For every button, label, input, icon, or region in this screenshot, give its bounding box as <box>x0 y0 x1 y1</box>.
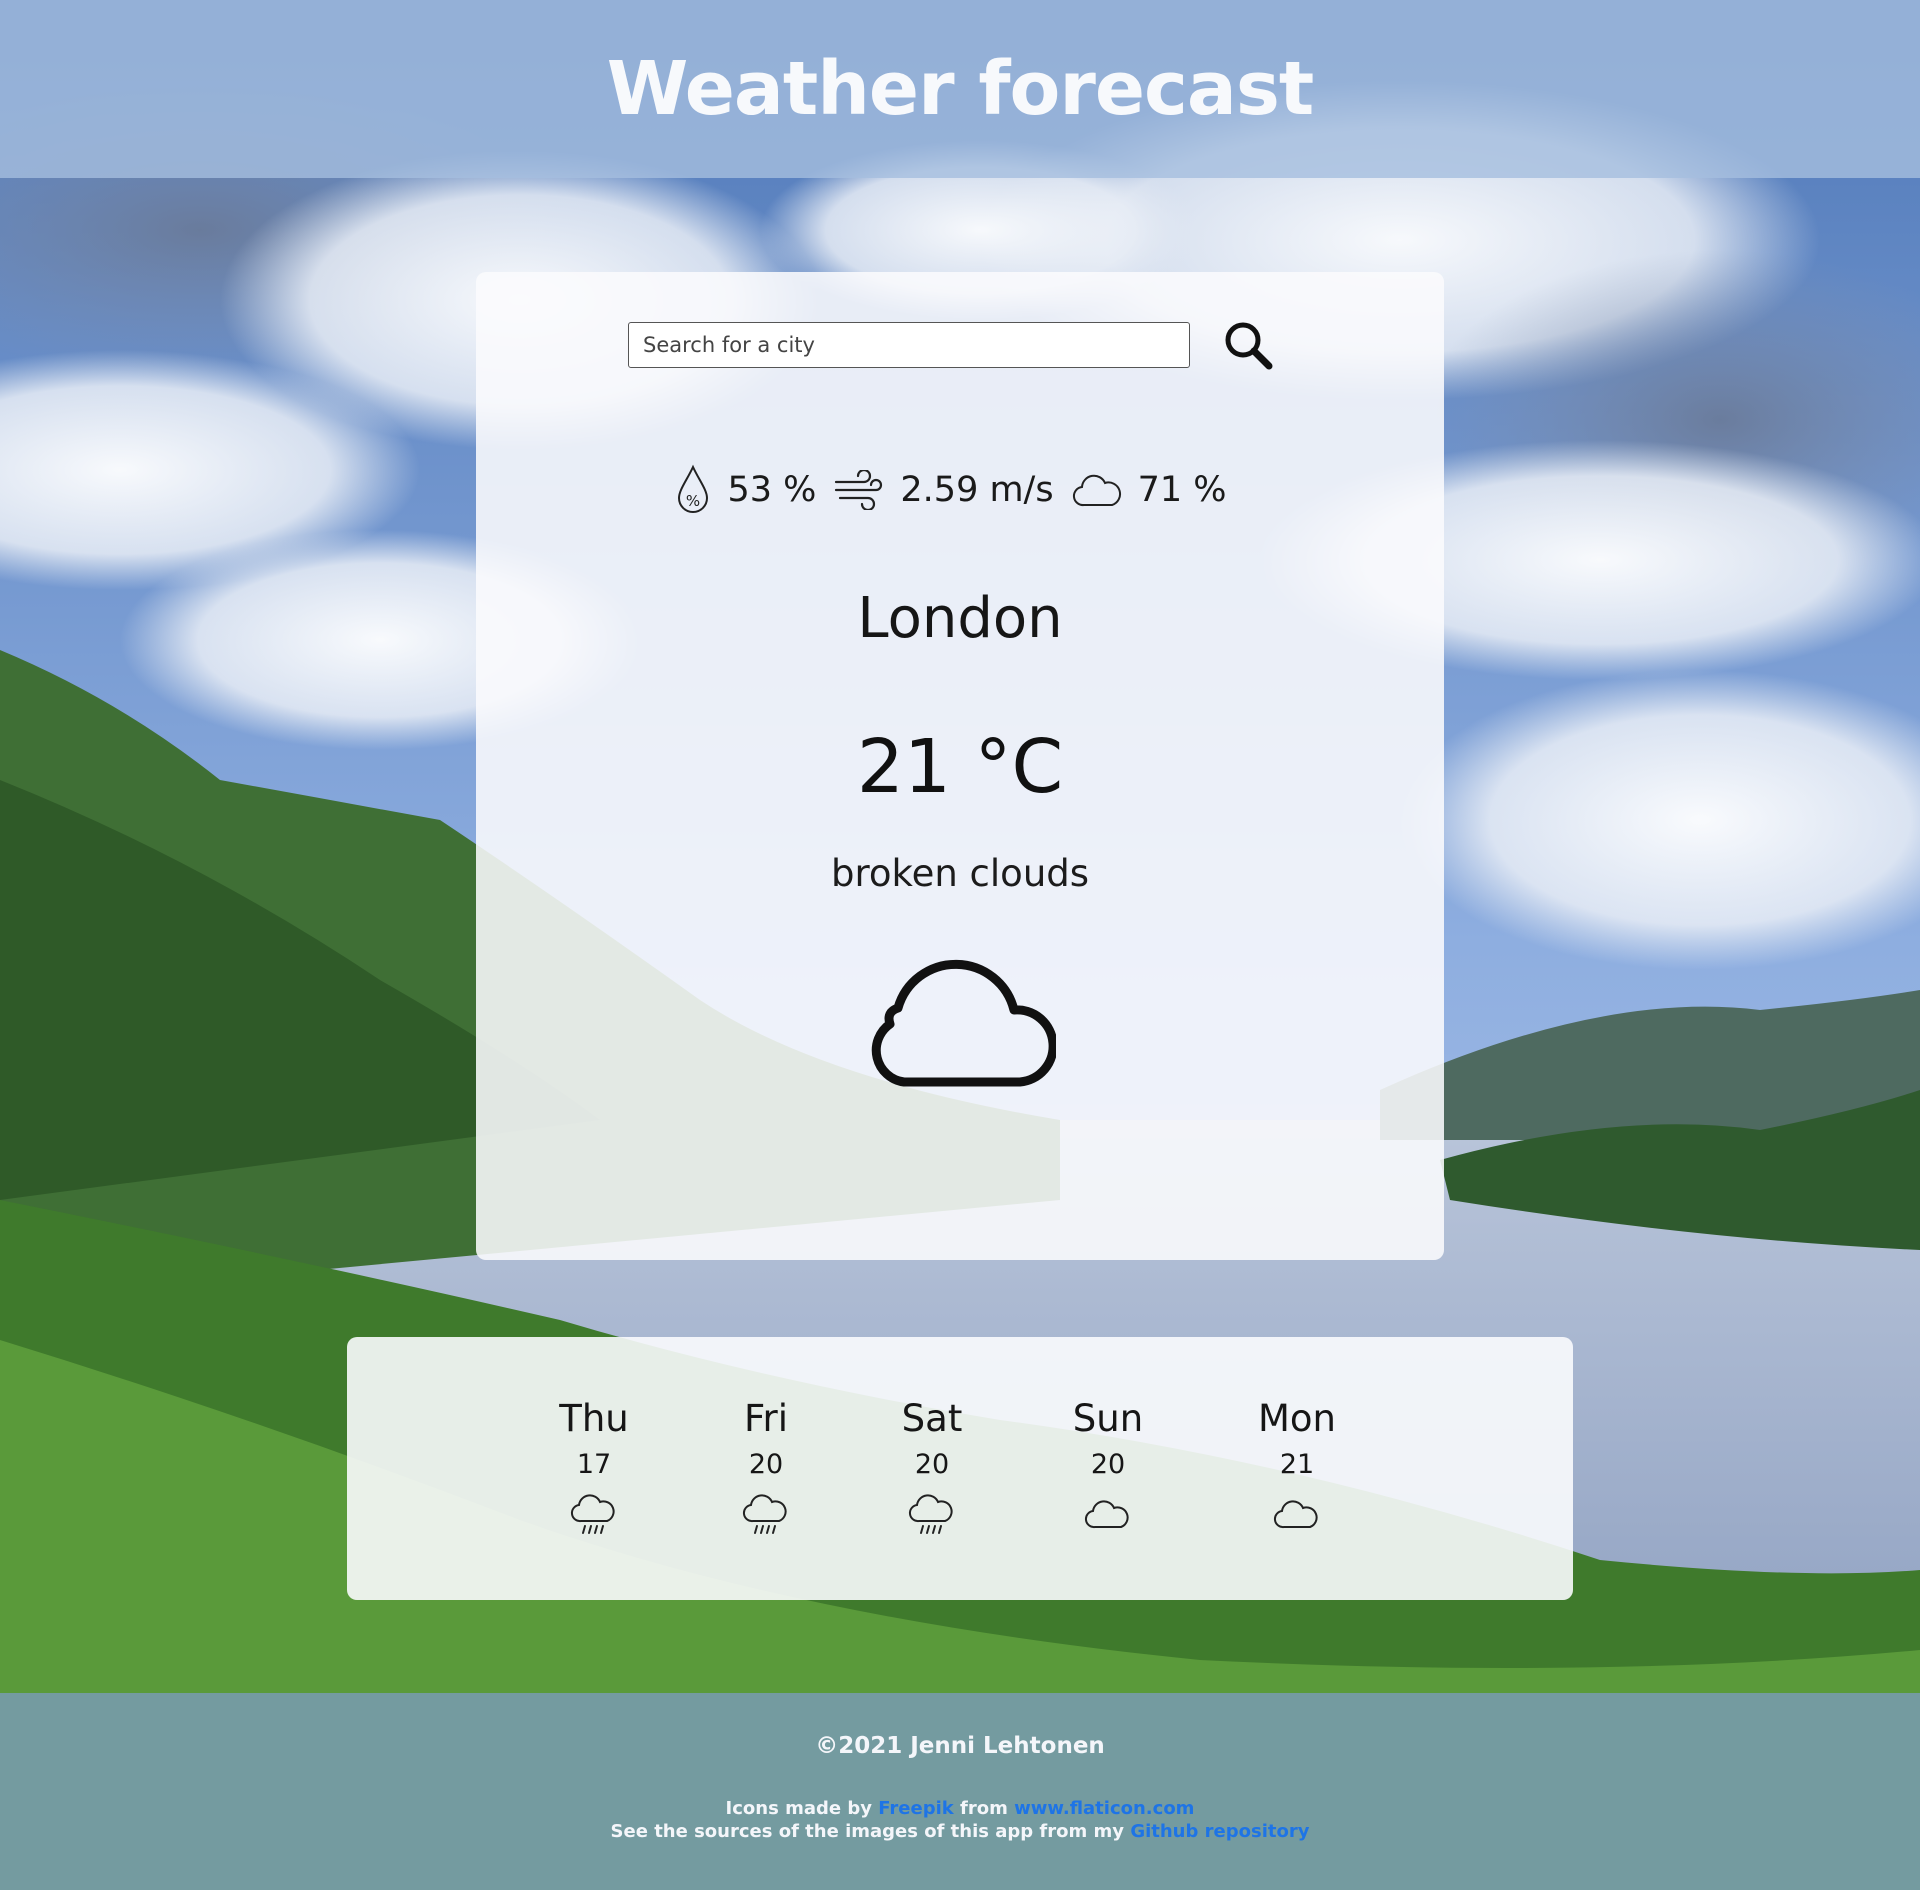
clouds-value: 71 % <box>1137 470 1227 510</box>
icons-credit-from: from <box>960 1798 1008 1819</box>
forecast-day-name: Thu <box>559 1397 629 1440</box>
forecast-day-temp: 20 <box>914 1449 950 1480</box>
forecast-day-name: Fri <box>743 1397 789 1440</box>
forecast-day: Sun 20 <box>1038 1397 1178 1537</box>
forecast-day-temp: 20 <box>1090 1449 1126 1480</box>
cloud-icon <box>1084 1500 1129 1529</box>
forecast-day: Mon 21 <box>1227 1397 1367 1537</box>
rain-icon <box>742 1494 787 1534</box>
rain-icon <box>908 1494 953 1534</box>
forecast-day-temp: 17 <box>576 1449 612 1480</box>
forecast-day-temp: 20 <box>748 1449 784 1480</box>
flaticon-link[interactable]: www.flaticon.com <box>1014 1798 1194 1819</box>
forecast-day-name: Sat <box>901 1397 963 1440</box>
cloud-icon <box>1273 1500 1318 1529</box>
humidity-icon: % <box>678 464 709 513</box>
humidity-value: 53 % <box>727 470 817 510</box>
cloud-icon <box>871 959 1056 1087</box>
page-title: Weather forecast <box>606 46 1315 132</box>
icons-credit-line: Icons made by Freepik from www.flaticon.… <box>0 1797 1920 1820</box>
copyright-text: ©2021 Jenni Lehtonen <box>815 1733 1105 1759</box>
github-link[interactable]: Github repository <box>1130 1821 1309 1842</box>
forecast-day: Fri 20 <box>696 1397 836 1537</box>
page-header: Weather forecast <box>0 0 1920 178</box>
cloud-icon <box>1072 474 1121 507</box>
search-icon <box>1225 322 1273 370</box>
current-temperature: 21 °C <box>856 724 1064 810</box>
weather-stats: % 53 % 2.59 m/s 71 % <box>476 460 1444 520</box>
current-weather-card: % 53 % 2.59 m/s 71 % London 21 °C broken… <box>476 272 1444 1260</box>
weather-description: broken clouds <box>830 852 1090 895</box>
clouds-stat: 71 % <box>1072 470 1245 510</box>
freepik-link[interactable]: Freepik <box>878 1798 953 1819</box>
wind-value: 2.59 m/s <box>900 470 1054 510</box>
forecast-day: Sat 20 <box>862 1397 1002 1537</box>
wind-stat: 2.59 m/s <box>834 470 1071 510</box>
forecast-day-name: Mon <box>1257 1397 1336 1440</box>
forecast-day-name: Sun <box>1072 1397 1144 1440</box>
icons-credit-prefix: Icons made by <box>725 1798 872 1819</box>
search-input[interactable] <box>628 322 1190 368</box>
search-bar <box>628 314 1298 376</box>
sources-credit-line: See the sources of the images of this ap… <box>0 1820 1920 1843</box>
search-button[interactable] <box>1220 317 1276 373</box>
credits: Icons made by Freepik from www.flaticon.… <box>0 1797 1920 1843</box>
svg-text:%: % <box>686 492 700 510</box>
forecast-day-temp: 21 <box>1279 1449 1315 1480</box>
forecast-panel: Thu 17 Fri 20 Sat 20 Sun 20 Mon 21 <box>347 1337 1573 1600</box>
page-footer: ©2021 Jenni Lehtonen Icons made by Freep… <box>0 1693 1920 1890</box>
humidity-stat: % 53 % <box>675 464 834 516</box>
sources-text: See the sources of the images of this ap… <box>610 1821 1125 1842</box>
city-name: London <box>857 586 1063 651</box>
forecast-day: Thu 17 <box>524 1397 664 1537</box>
rain-icon <box>570 1494 615 1534</box>
wind-icon <box>835 470 883 510</box>
